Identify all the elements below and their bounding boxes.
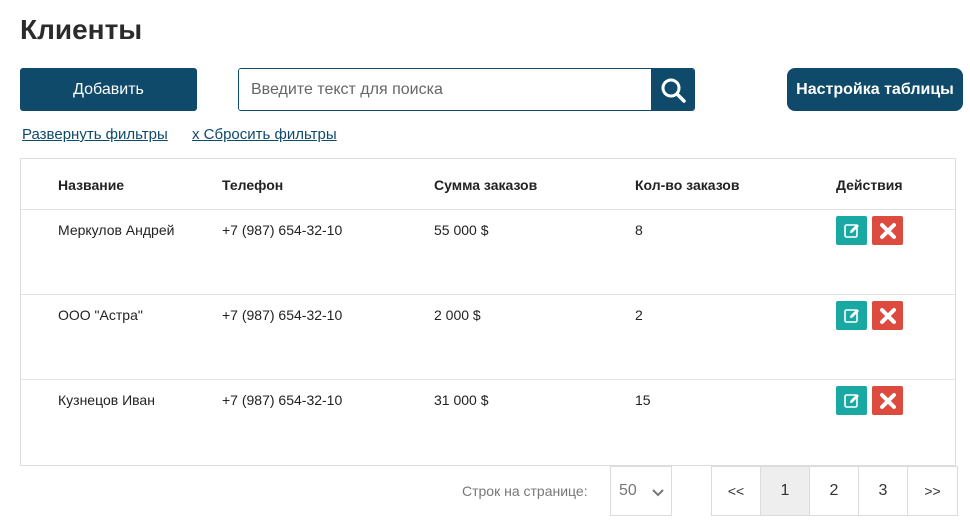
delete-button[interactable] — [872, 386, 903, 415]
chevron-down-icon — [652, 489, 664, 497]
column-header-count[interactable]: Кол-во заказов — [635, 177, 739, 193]
column-header-name[interactable]: Название — [58, 177, 124, 193]
pagination-next[interactable]: >> — [908, 467, 957, 515]
table-row: Кузнецов Иван +7 (987) 654-32-10 31 000 … — [21, 380, 955, 465]
close-icon — [879, 307, 896, 324]
delete-button[interactable] — [872, 216, 903, 245]
cell-sum: 31 000 $ — [434, 392, 489, 408]
edit-icon — [843, 308, 859, 323]
cell-name: ООО "Астра" — [58, 307, 143, 323]
cell-count: 15 — [635, 392, 651, 408]
cell-phone: +7 (987) 654-32-10 — [222, 222, 343, 238]
cell-count: 8 — [635, 222, 643, 238]
pagination: << 1 2 3 >> — [711, 466, 958, 516]
cell-name: Кузнецов Иван — [58, 392, 155, 408]
column-header-actions: Действия — [836, 177, 903, 193]
cell-sum: 2 000 $ — [434, 307, 481, 323]
rows-per-page-value: 50 — [619, 482, 637, 499]
expand-filters-link[interactable]: Развернуть фильтры — [22, 126, 168, 143]
edit-button[interactable] — [836, 386, 867, 415]
cell-count: 2 — [635, 307, 643, 323]
rows-per-page-label: Строк на странице: — [462, 483, 588, 499]
add-button[interactable]: Добавить — [20, 68, 197, 111]
delete-button[interactable] — [872, 301, 903, 330]
search-input[interactable] — [239, 69, 651, 110]
rows-per-page-select[interactable]: 50 — [610, 466, 672, 516]
table-header: Название Телефон Сумма заказов Кол-во за… — [21, 159, 955, 210]
table-row: Меркулов Андрей +7 (987) 654-32-10 55 00… — [21, 210, 955, 295]
pagination-page-1[interactable]: 1 — [761, 467, 810, 515]
table-row: ООО "Астра" +7 (987) 654-32-10 2 000 $ 2 — [21, 295, 955, 380]
column-header-phone[interactable]: Телефон — [222, 177, 283, 193]
edit-button[interactable] — [836, 301, 867, 330]
pagination-page-3[interactable]: 3 — [859, 467, 908, 515]
edit-icon — [843, 393, 859, 408]
search-bar — [238, 68, 695, 111]
search-button[interactable] — [651, 69, 694, 110]
page-title: Клиенты — [20, 14, 143, 45]
edit-icon — [843, 223, 859, 238]
table-settings-button[interactable]: Настройка таблицы — [787, 68, 963, 111]
edit-button[interactable] — [836, 216, 867, 245]
search-icon — [661, 78, 686, 103]
reset-filters-link[interactable]: x Сбросить фильтры — [192, 126, 337, 143]
pagination-prev[interactable]: << — [712, 467, 761, 515]
pagination-page-2[interactable]: 2 — [810, 467, 859, 515]
close-icon — [879, 222, 896, 239]
cell-phone: +7 (987) 654-32-10 — [222, 307, 343, 323]
clients-table: Название Телефон Сумма заказов Кол-во за… — [20, 158, 956, 466]
column-header-sum[interactable]: Сумма заказов — [434, 177, 537, 193]
cell-name: Меркулов Андрей — [58, 222, 175, 238]
cell-phone: +7 (987) 654-32-10 — [222, 392, 343, 408]
close-icon — [879, 392, 896, 409]
cell-sum: 55 000 $ — [434, 222, 489, 238]
